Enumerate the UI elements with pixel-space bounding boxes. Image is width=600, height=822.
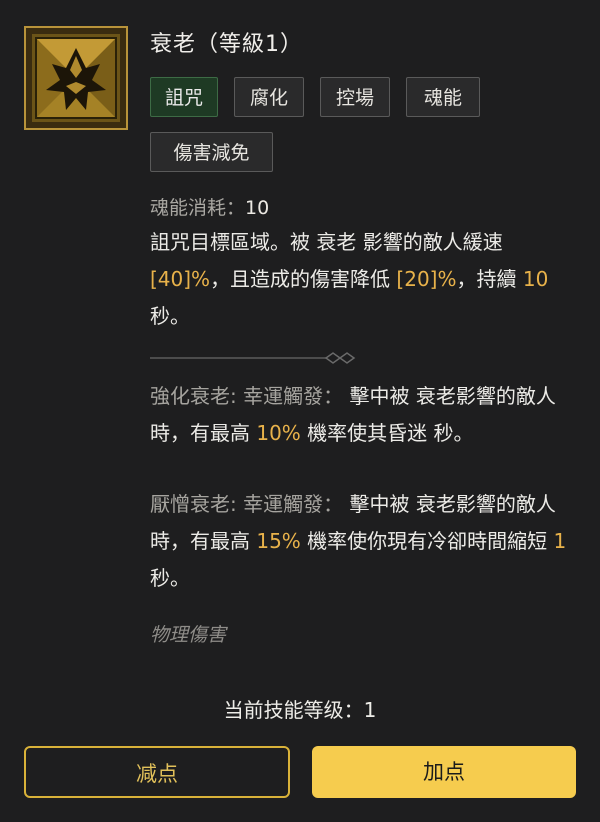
tag-damage-reduction: 傷害減免 <box>150 132 273 172</box>
add-point-button[interactable]: 加点 <box>312 746 576 798</box>
upgrade-enhanced-text-4: 秒。 <box>433 421 474 445</box>
upgrade-abhorrent-text-1: 擊中被 <box>349 492 410 516</box>
current-skill-level: 当前技能等级：1 <box>0 694 600 723</box>
upgrade-enhanced-keyword: 衰老 <box>415 384 456 408</box>
upgrade-abhorrent-value: 1 <box>553 529 567 553</box>
tag-crowd-control: 控場 <box>320 77 390 117</box>
upgrade-enhanced-text-3: 機率使其昏迷 <box>307 421 428 445</box>
divider-ornament <box>150 352 356 364</box>
tag-corruption: 腐化 <box>234 77 304 117</box>
upgrade-enhanced-name: 強化衰老: 幸運觸發： <box>150 384 344 408</box>
desc-text-1: 詛咒目標區域。被 <box>150 230 310 254</box>
upgrade-abhorrent-keyword: 衰老 <box>415 492 456 516</box>
desc-keyword: 衰老 <box>316 230 357 254</box>
skill-title: 衰老（等級1） <box>150 32 303 57</box>
upgrade-abhorrent-chance: 15% <box>256 529 301 553</box>
skill-icon <box>24 26 128 130</box>
upgrade-enhanced: 強化衰老: 幸運觸發： 擊中被 衰老影響的敵人時，有最高 10% 機率使其昏迷 … <box>150 378 580 452</box>
upgrade-abhorrent-name: 厭憎衰老: 幸運觸發： <box>150 492 344 516</box>
desc-text-4: ，持續 <box>456 267 517 291</box>
tag-essence: 魂能 <box>406 77 480 117</box>
damage-reduction-value: [20]% <box>396 267 457 291</box>
tag-curse: 詛咒 <box>150 77 218 117</box>
desc-text-5: 秒。 <box>150 304 190 328</box>
essence-cost: 魂能消耗：10 <box>150 193 269 220</box>
skill-level-label: 当前技能等级： <box>223 698 364 722</box>
duration-value: 10 <box>522 267 549 291</box>
skill-description: 詛咒目標區域。被 衰老 影響的敵人緩速 [40]%，且造成的傷害降低 [20]%… <box>150 224 580 335</box>
desc-text-3: ，且造成的傷害降低 <box>210 267 391 291</box>
essence-cost-label: 魂能消耗： <box>150 197 246 219</box>
damage-type: 物理傷害 <box>150 624 227 646</box>
upgrade-enhanced-text-1: 擊中被 <box>349 384 410 408</box>
upgrade-abhorrent-text-3: 機率使你現有冷卻時間縮短 <box>307 529 548 553</box>
upgrade-enhanced-chance: 10% <box>256 421 301 445</box>
upgrade-abhorrent: 厭憎衰老: 幸運觸發： 擊中被 衰老影響的敵人時，有最高 15% 機率使你現有冷… <box>150 486 580 597</box>
skill-level-value: 1 <box>363 698 377 722</box>
upgrade-abhorrent-text-4: 秒。 <box>150 566 190 590</box>
decrepify-icon <box>26 28 126 128</box>
decrease-point-button[interactable]: 减点 <box>24 746 290 798</box>
essence-cost-value: 10 <box>245 197 270 219</box>
desc-text-2: 影響的敵人緩速 <box>362 230 503 254</box>
slow-value: [40]% <box>150 267 211 291</box>
